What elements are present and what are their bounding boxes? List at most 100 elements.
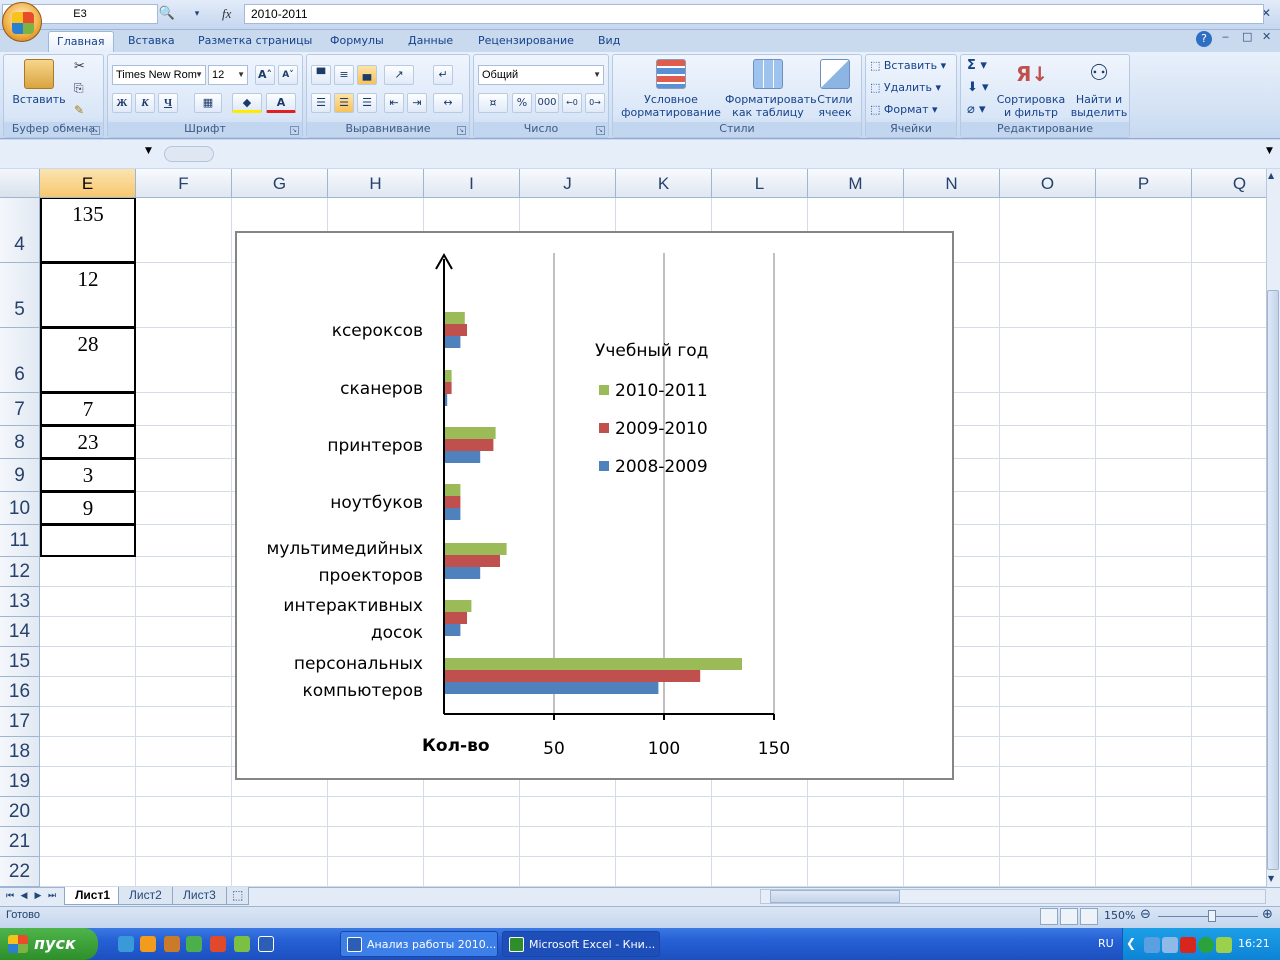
increase-decimal-icon[interactable]: ←0 <box>562 93 582 113</box>
dialog-launcher-icon[interactable]: ↘ <box>91 126 100 135</box>
align-left-icon[interactable]: ☰ <box>311 93 331 113</box>
row-header-17[interactable]: 17 <box>0 707 40 737</box>
cell-e9[interactable]: 3 <box>40 459 136 492</box>
row-header-5[interactable]: 5 <box>0 263 40 328</box>
sort-filter-button[interactable]: Я↓ Сортировка и фильтр <box>995 59 1067 119</box>
align-top-icon[interactable]: ▀ <box>311 65 331 85</box>
fill-color-icon[interactable]: ◆ <box>232 93 262 113</box>
workbook-close-icon[interactable]: ✕ <box>1262 30 1271 43</box>
fill-icon[interactable]: ⬇ ▾ <box>967 81 989 94</box>
dialog-launcher-icon[interactable]: ↘ <box>596 126 605 135</box>
first-sheet-icon[interactable]: ⏮ <box>4 889 16 903</box>
wrap-text-icon[interactable]: ↵ <box>433 65 453 85</box>
taskbar-item-word[interactable]: Анализ работы 2010... <box>340 931 498 957</box>
row-header-14[interactable]: 14 <box>0 617 40 647</box>
quicklaunch-icon[interactable] <box>258 936 274 952</box>
cell-e5[interactable]: 12 <box>40 263 136 328</box>
cell-e11[interactable] <box>40 525 136 557</box>
decrease-indent-icon[interactable]: ⇤ <box>384 93 404 113</box>
scroll-down-icon[interactable]: ▼ <box>1268 874 1274 883</box>
column-header-f[interactable]: F <box>136 169 232 198</box>
chart[interactable]: 50 100 150 Кол-во ксероксов сканеров принтеров… <box>235 231 954 780</box>
formula-input[interactable]: 2010-2011 <box>244 4 1264 24</box>
ribbon-restore-icon[interactable]: □ <box>1242 30 1252 43</box>
row-header-7[interactable]: 7 <box>0 393 40 426</box>
name-box-dropdown-icon[interactable]: ▼ <box>145 146 152 156</box>
decrease-decimal-icon[interactable]: 0→ <box>585 93 605 113</box>
media-icon[interactable] <box>140 936 156 952</box>
orientation-icon[interactable]: ↗ <box>384 65 414 85</box>
cell-e10[interactable]: 9 <box>40 492 136 525</box>
autosum-icon[interactable]: Σ ▾ <box>967 59 987 72</box>
align-middle-icon[interactable]: ≡ <box>334 65 354 85</box>
taskbar-item-excel[interactable]: Microsoft Excel - Кни... <box>502 931 660 957</box>
cell-e6[interactable]: 28 <box>40 328 136 393</box>
horizontal-scroll-thumb[interactable] <box>770 890 900 903</box>
column-header-k[interactable]: K <box>616 169 712 198</box>
currency-icon[interactable]: ¤ <box>478 93 508 113</box>
align-center-icon[interactable]: ☰ <box>334 93 354 113</box>
column-header-q[interactable]: Q <box>1192 169 1266 198</box>
align-bottom-icon[interactable]: ▄ <box>357 65 377 85</box>
tray-icon[interactable] <box>1198 937 1214 953</box>
copy-icon[interactable]: ⎘ <box>74 81 84 96</box>
network-icon[interactable] <box>1144 937 1160 953</box>
normal-view-icon[interactable] <box>1040 908 1058 925</box>
help-icon[interactable]: ? <box>1196 31 1212 47</box>
scroll-up-icon[interactable]: ▲ <box>1268 171 1274 180</box>
increase-indent-icon[interactable]: ⇥ <box>407 93 427 113</box>
font-name-combo[interactable]: Times New Rom ▼ <box>112 65 206 85</box>
start-button[interactable]: пуск <box>0 928 98 960</box>
sheet-tab-1[interactable]: Лист1 <box>64 887 122 905</box>
dialog-launcher-icon[interactable]: ↘ <box>457 126 466 135</box>
worksheet-grid[interactable]: EFGHIJKLMNOPQ 4 5 6 7 8 9 10 11 12 13 14 15 16 17 18 19… <box>0 169 1266 887</box>
sheet-tab-2[interactable]: Лист2 <box>118 887 173 905</box>
underline-button[interactable]: Ч <box>158 93 178 113</box>
expand-formula-bar-icon[interactable]: ▼ <box>1266 146 1273 156</box>
italic-button[interactable]: К <box>135 93 155 113</box>
row-header-22[interactable]: 22 <box>0 857 40 887</box>
row-header-20[interactable]: 20 <box>0 797 40 827</box>
sheet-tab-3[interactable]: Лист3 <box>172 887 227 905</box>
column-header-o[interactable]: O <box>1000 169 1096 198</box>
row-header-10[interactable]: 10 <box>0 492 40 525</box>
merge-center-icon[interactable]: ↔ <box>433 93 463 113</box>
column-header-e[interactable]: E <box>40 169 136 198</box>
last-sheet-icon[interactable]: ⏭ <box>46 889 58 903</box>
quicklaunch-icon[interactable] <box>164 936 180 952</box>
column-header-n[interactable]: N <box>904 169 1000 198</box>
font-color-icon[interactable]: A <box>266 93 296 113</box>
cell-e8[interactable]: 23 <box>40 426 136 459</box>
shrink-font-icon[interactable]: A˅ <box>278 65 298 85</box>
row-header-16[interactable]: 16 <box>0 677 40 707</box>
row-header-19[interactable]: 19 <box>0 767 40 797</box>
prev-sheet-icon[interactable]: ◀ <box>18 889 30 903</box>
tab-review[interactable]: Рецензирование <box>470 31 582 52</box>
row-header-6[interactable]: 6 <box>0 328 40 393</box>
ie-icon[interactable] <box>118 936 134 952</box>
delete-cells-button[interactable]: ⬚ Удалить ▾ <box>870 81 941 94</box>
quicklaunch-icon[interactable] <box>210 936 226 952</box>
column-header-j[interactable]: J <box>520 169 616 198</box>
zoom-out-icon[interactable]: ⊖ <box>1140 907 1151 922</box>
tab-page-layout[interactable]: Разметка страницы <box>190 31 320 52</box>
format-cells-button[interactable]: ⬚ Формат ▾ <box>870 103 938 116</box>
tray-expand-icon[interactable]: ❮ <box>1126 936 1136 950</box>
format-as-table-button[interactable]: Форматировать как таблицу <box>725 59 817 119</box>
cell-e7[interactable]: 7 <box>40 393 136 426</box>
grow-font-icon[interactable]: A˄ <box>255 65 275 85</box>
insert-sheet-icon[interactable]: ⬚ <box>226 887 250 905</box>
row-header-11[interactable]: 11 <box>0 525 40 557</box>
next-sheet-icon[interactable]: ▶ <box>32 889 44 903</box>
page-break-view-icon[interactable] <box>1080 908 1098 925</box>
column-header-h[interactable]: H <box>328 169 424 198</box>
tab-data[interactable]: Данные <box>400 31 461 52</box>
formula-bar-splitter[interactable] <box>164 146 214 162</box>
vertical-scroll-thumb[interactable] <box>1267 290 1279 870</box>
row-header-9[interactable]: 9 <box>0 459 40 492</box>
cut-icon[interactable]: ✂ <box>74 59 85 74</box>
percent-button[interactable]: % <box>512 93 532 113</box>
quicklaunch-icon[interactable] <box>234 936 250 952</box>
tab-formulas[interactable]: Формулы <box>322 31 392 52</box>
column-header-g[interactable]: G <box>232 169 328 198</box>
